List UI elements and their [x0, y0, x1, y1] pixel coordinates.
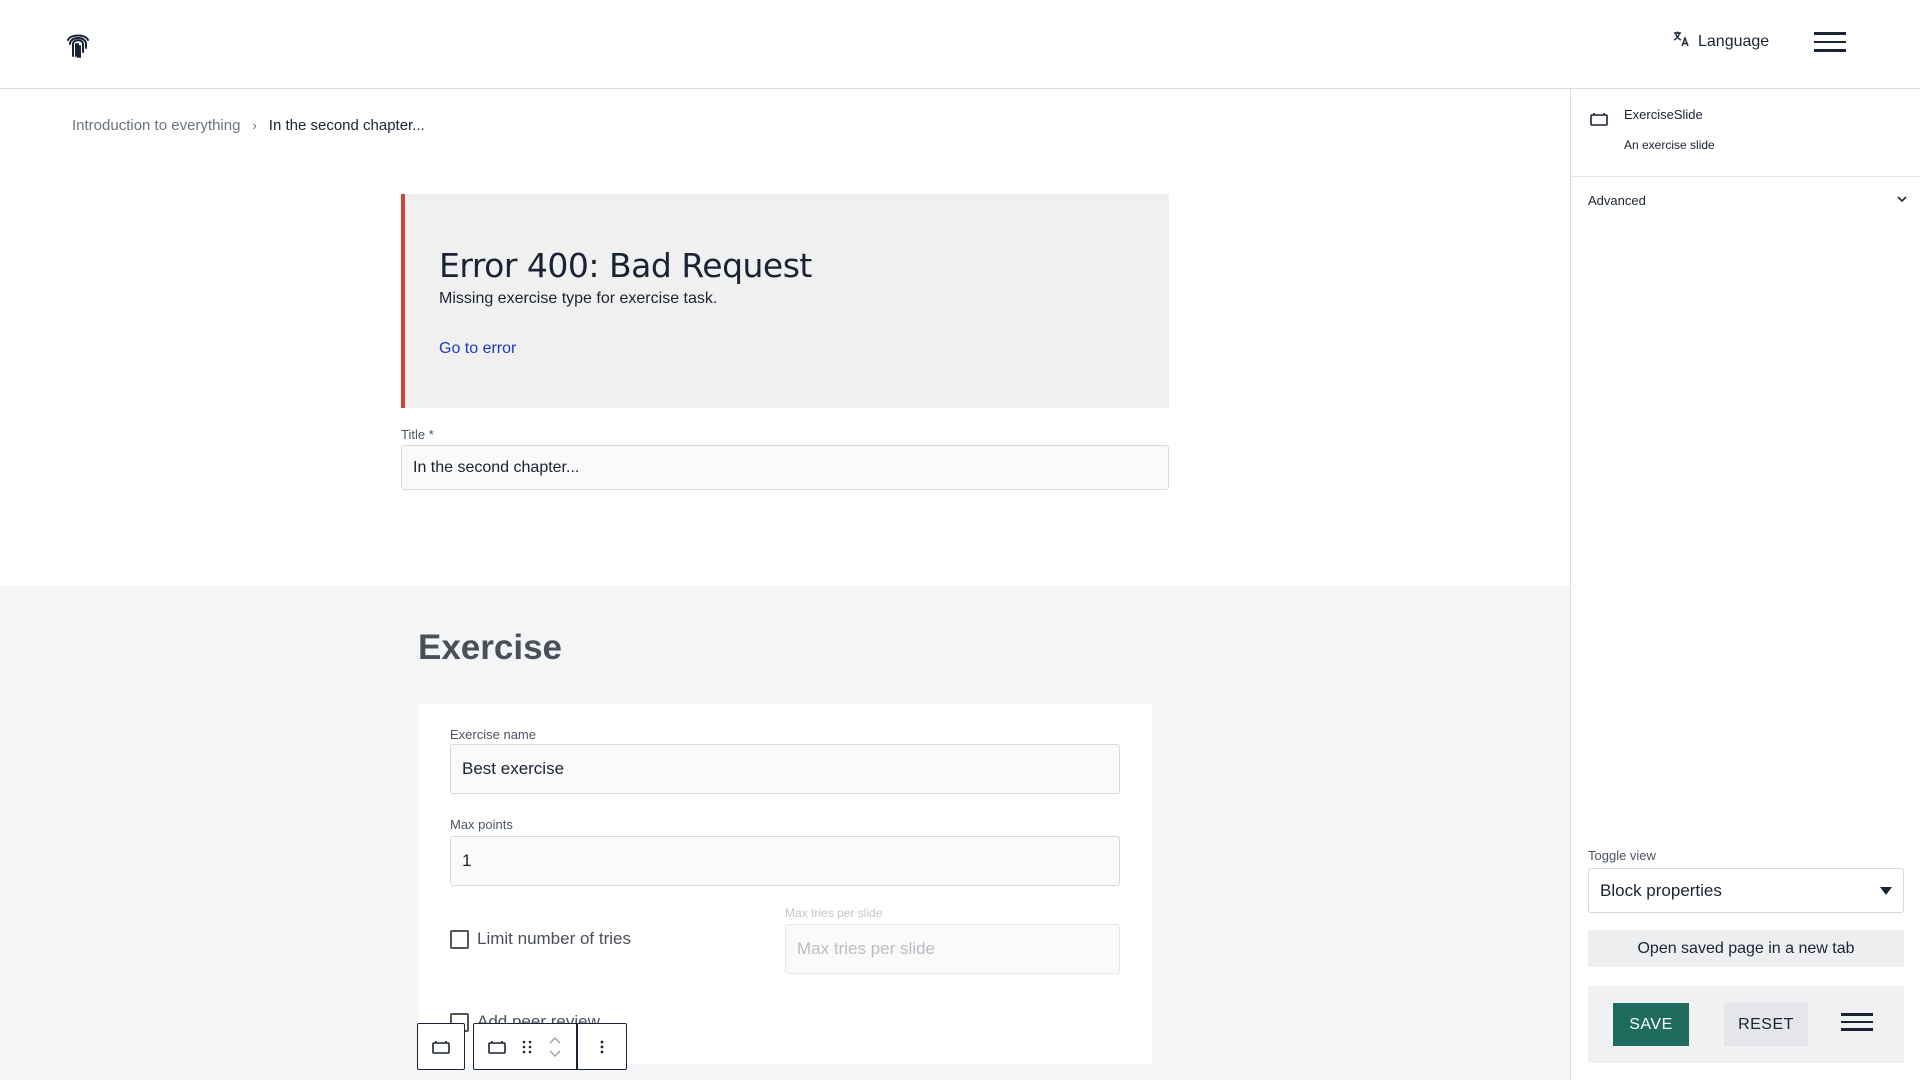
title-field-label: Title *: [401, 427, 434, 442]
block-card: ExerciseSlide An exercise slide: [1571, 89, 1920, 177]
move-down-icon[interactable]: [548, 1049, 562, 1058]
hamburger-menu-icon[interactable]: [1814, 32, 1846, 54]
exercise-name-label: Exercise name: [450, 727, 536, 742]
limit-tries-checkbox[interactable]: [450, 929, 469, 949]
toggle-view-select[interactable]: Block properties: [1588, 868, 1904, 913]
reset-button[interactable]: RESET: [1724, 1003, 1808, 1046]
editor-action-bar: SAVE RESET: [1588, 986, 1904, 1063]
breadcrumb-separator: ›: [252, 118, 257, 133]
fingerprint-icon[interactable]: [62, 28, 94, 60]
open-saved-page-button[interactable]: Open saved page in a new tab: [1588, 930, 1904, 967]
breadcrumb-current: In the second chapter...: [268, 117, 425, 134]
drag-handle-icon[interactable]: [520, 1024, 534, 1069]
block-toolbar: [417, 1023, 627, 1070]
toggle-view-value: Block properties: [1600, 880, 1722, 900]
more-options-icon[interactable]: [578, 1024, 626, 1069]
breadcrumb: Introduction to everything › In the seco…: [72, 117, 425, 134]
block-name: ExerciseSlide: [1624, 107, 1703, 122]
dropdown-caret-icon: [1880, 886, 1892, 895]
exercise-name-input[interactable]: [450, 744, 1120, 794]
limit-tries-checkbox-row[interactable]: Limit number of tries: [450, 929, 631, 949]
parent-block-selector[interactable]: [417, 1023, 465, 1070]
exercise-heading: Exercise: [418, 628, 563, 667]
translate-icon: [1672, 30, 1690, 53]
breadcrumb-parent-link[interactable]: Introduction to everything: [72, 117, 240, 134]
move-controls: [534, 1024, 576, 1069]
max-tries-input[interactable]: [785, 924, 1120, 974]
advanced-panel-toggle[interactable]: Advanced: [1588, 193, 1908, 208]
toggle-view-label: Toggle view: [1588, 848, 1656, 863]
limit-tries-label: Limit number of tries: [477, 929, 631, 948]
block-type-icon[interactable]: [474, 1024, 520, 1069]
editor-menu-icon[interactable]: [1841, 1013, 1873, 1033]
max-points-input[interactable]: [450, 836, 1120, 886]
chevron-down-icon: [1897, 196, 1907, 203]
top-bar: Language: [0, 0, 1920, 89]
error-title: Error 400: Bad Request: [439, 246, 812, 285]
block-icon[interactable]: [418, 1024, 464, 1069]
advanced-label: Advanced: [1588, 193, 1646, 208]
exercise-card: Exercise name Max points Limit number of…: [418, 704, 1152, 1064]
block-settings-sidebar: ExerciseSlide An exercise slide Advanced…: [1570, 89, 1920, 1080]
error-alert: Error 400: Bad Request Missing exercise …: [401, 194, 1169, 408]
exercise-slide-icon: [1589, 111, 1609, 127]
max-tries-label: Max tries per slide: [785, 906, 883, 920]
language-selector[interactable]: Language: [1672, 30, 1769, 53]
main-content: Introduction to everything › In the seco…: [0, 89, 1570, 1080]
block-controls: [473, 1023, 627, 1070]
save-button[interactable]: SAVE: [1613, 1003, 1689, 1046]
go-to-error-link[interactable]: Go to error: [439, 340, 516, 358]
title-input[interactable]: [401, 445, 1169, 490]
language-label: Language: [1698, 32, 1770, 50]
error-message: Missing exercise type for exercise task.: [439, 290, 718, 307]
move-up-icon[interactable]: [548, 1036, 562, 1044]
block-description: An exercise slide: [1624, 138, 1715, 152]
max-points-label: Max points: [450, 817, 513, 832]
exercise-section: Exercise Exercise name Max points Limit …: [0, 586, 1570, 1080]
